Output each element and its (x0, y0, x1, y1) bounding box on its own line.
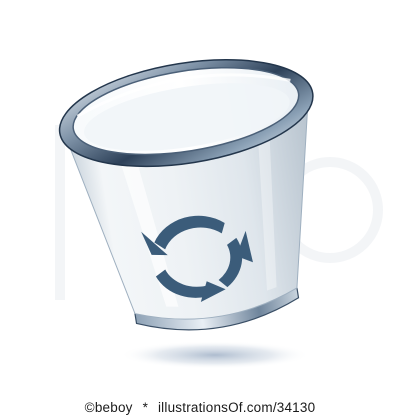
credit-author: ©beboy (84, 400, 133, 415)
credit-line: ©beboy * illustrationsOf.com/34130 (0, 400, 400, 415)
credit-separator: * (142, 400, 149, 415)
credit-site: illustrationsOf.com/34130 (157, 400, 316, 415)
illustration: ©beboy * illustrationsOf.com/34130 (0, 0, 400, 420)
bin-body (58, 59, 314, 331)
bin-shadow (120, 341, 310, 369)
trash-bin-icon (55, 59, 383, 369)
